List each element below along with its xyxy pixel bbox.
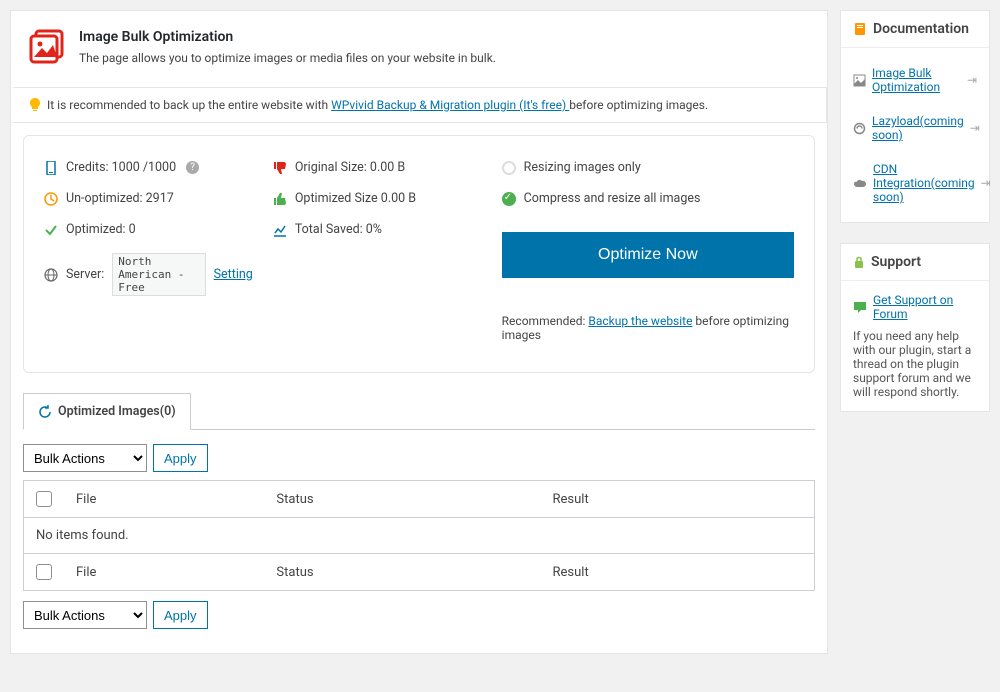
lock-icon [853, 255, 865, 269]
backup-notice: It is recommended to back up the entire … [11, 87, 827, 123]
backup-website-link[interactable]: Backup the website [588, 314, 692, 328]
documentation-box: Documentation Image Bulk Optimization ⇥ … [840, 10, 990, 223]
server-value: North American - Free [112, 253, 205, 296]
backup-plugin-link[interactable]: WPvivid Backup & Migration plugin (It's … [331, 98, 569, 112]
page-description: The page allows you to optimize images o… [79, 51, 496, 65]
tabs-row: Optimized Images(0) [23, 393, 815, 430]
apply-button-bottom[interactable]: Apply [153, 601, 208, 629]
doc-link-cdn[interactable]: CDN Integration(coming soon) [873, 162, 975, 204]
page-title: Image Bulk Optimization [79, 29, 496, 45]
support-box: Support Get Support on Forum If you need… [840, 243, 990, 412]
optimized-text: Optimized: 0 [66, 222, 136, 237]
external-icon: ⇥ [981, 176, 991, 190]
option-resize-label: Resizing images only [524, 160, 641, 175]
doc-link-bulk[interactable]: Image Bulk Optimization [872, 66, 961, 94]
chart-icon [273, 223, 287, 237]
unoptimized-text: Un-optimized: 2917 [66, 191, 174, 206]
support-heading: Support [871, 254, 921, 270]
external-icon: ⇥ [970, 121, 980, 135]
doc-link-lazyload[interactable]: Lazyload(coming soon) [872, 114, 964, 142]
image-icon [853, 74, 866, 87]
empty-row: No items found. [24, 518, 815, 554]
book-icon [853, 22, 867, 36]
clock-icon [44, 192, 58, 206]
radio-compress-resize[interactable] [502, 192, 516, 206]
support-forum-link[interactable]: Get Support on Forum [873, 293, 977, 321]
lazy-icon [853, 122, 866, 135]
comment-icon [853, 301, 867, 314]
option-compress-label: Compress and resize all images [524, 191, 701, 206]
documentation-heading: Documentation [873, 21, 969, 37]
select-all-checkbox-top[interactable] [36, 491, 52, 507]
recommended-text: Recommended: Backup the website before o… [502, 314, 794, 342]
notice-text-after: before optimizing images. [569, 98, 708, 112]
total-saved-text: Total Saved: 0% [295, 222, 382, 237]
results-table: File Status Result No items found. File … [23, 480, 815, 591]
select-all-checkbox-bottom[interactable] [36, 564, 52, 580]
radio-resize-only[interactable] [502, 161, 516, 175]
globe-icon [44, 268, 58, 282]
bulk-actions-select-bottom[interactable]: Bulk Actions [23, 601, 147, 629]
col-result: Result [541, 481, 815, 518]
bulk-actions-select-top[interactable]: Bulk Actions [23, 444, 147, 472]
server-label: Server: [66, 267, 104, 282]
plugin-logo-icon [29, 29, 65, 65]
lightbulb-icon [29, 98, 41, 112]
external-icon: ⇥ [967, 73, 977, 87]
server-setting-link[interactable]: Setting [214, 267, 253, 282]
refresh-icon [38, 405, 52, 419]
optimize-now-button[interactable]: Optimize Now [502, 232, 794, 278]
optimized-size-text: Optimized Size 0.00 B [295, 191, 416, 206]
notice-text-before: It is recommended to back up the entire … [47, 98, 331, 112]
thumbs-down-icon [273, 161, 287, 175]
check-icon [44, 223, 58, 237]
stats-panel: Credits: 1000 /1000 ? Un-optimized: 2917… [23, 135, 815, 373]
page-header: Image Bulk Optimization The page allows … [11, 11, 827, 87]
cloud-icon [853, 178, 867, 189]
col-status: Status [264, 481, 540, 518]
original-size-text: Original Size: 0.00 B [295, 160, 405, 175]
apply-button-top[interactable]: Apply [153, 444, 208, 472]
credits-icon [44, 161, 58, 175]
col-file: File [64, 481, 264, 518]
support-description: If you need any help with our plugin, st… [853, 329, 977, 399]
help-icon[interactable]: ? [186, 161, 199, 174]
tab-optimized-images[interactable]: Optimized Images(0) [23, 393, 191, 430]
credits-text: Credits: 1000 /1000 [66, 160, 176, 175]
thumbs-up-icon [273, 192, 287, 206]
